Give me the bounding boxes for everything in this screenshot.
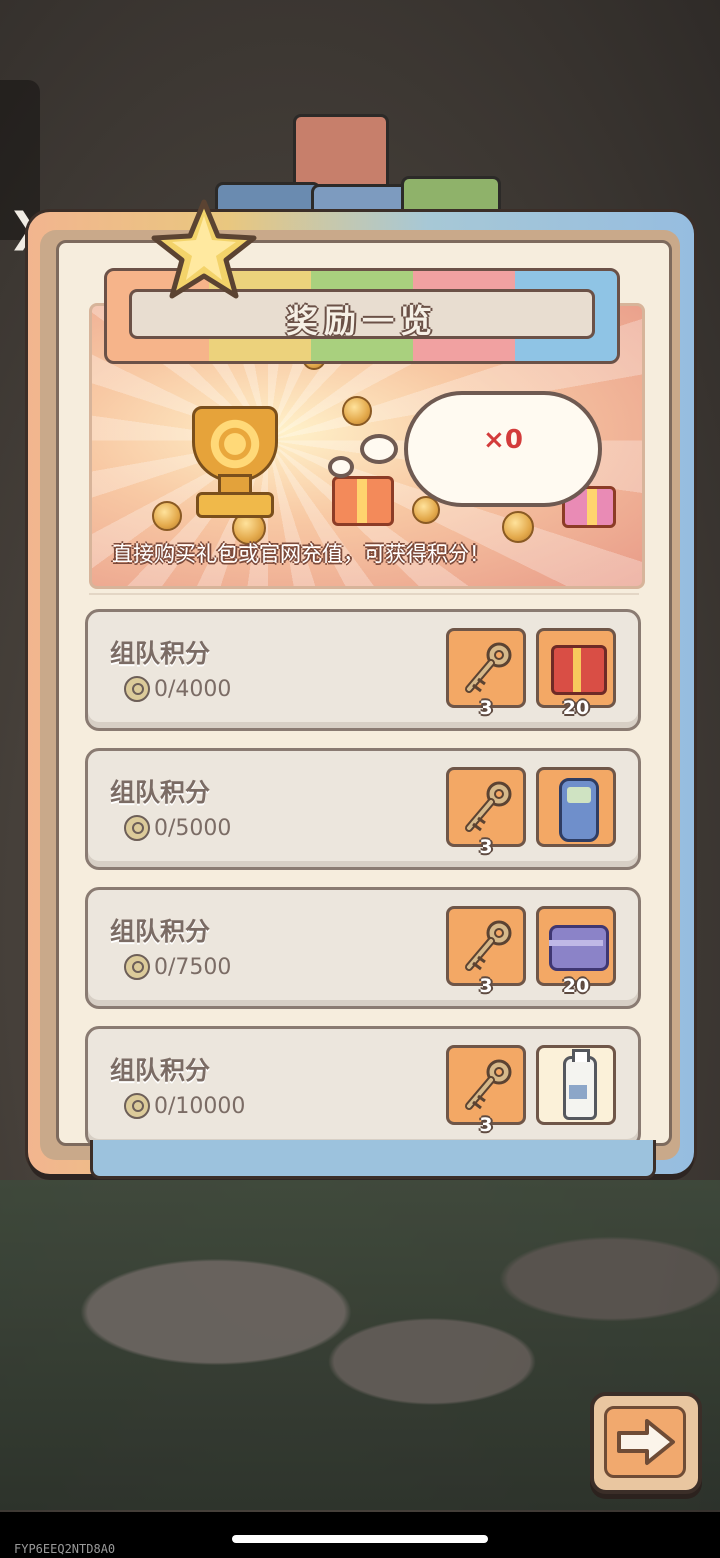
reward-tier-row: 组队积分 0/5000 3: [85, 748, 641, 870]
reward-slot-bottle[interactable]: [536, 1045, 616, 1125]
points-icon: [124, 676, 150, 702]
reward-tier-row: 组队积分 0/10000 3: [85, 1026, 641, 1143]
side-expand-tab[interactable]: ❯: [0, 80, 42, 248]
reward-slot-key[interactable]: 3: [446, 1045, 526, 1136]
star-icon: [151, 199, 257, 299]
next-button[interactable]: [590, 1392, 702, 1494]
home-indicator[interactable]: [232, 1535, 488, 1543]
reward-slot-key[interactable]: 3: [446, 767, 526, 858]
reward-slot-key[interactable]: 3: [446, 628, 526, 719]
rewards-popup: ×0 直接购买礼包或官网充值，可获得积分！ 奖励一览 组队积分 0/4000 3…: [56, 240, 672, 1146]
bubble-count: ×0: [483, 425, 523, 455]
tier-title: 组队积分: [110, 917, 211, 946]
points-icon: [124, 815, 150, 841]
phone-icon: [559, 778, 599, 842]
divider: [89, 593, 639, 595]
trophy-icon: [172, 406, 292, 518]
key-icon: [465, 781, 512, 832]
reward-tier-row: 组队积分 0/4000 3 20: [85, 609, 641, 731]
points-icon: [124, 954, 150, 980]
reward-count: 20: [562, 975, 590, 997]
key-icon: [465, 642, 512, 693]
key-icon: [465, 1059, 512, 1110]
tier-progress: 0/7500: [124, 954, 231, 980]
tier-progress-value: 0/10000: [154, 1093, 246, 1119]
tier-title: 组队积分: [110, 778, 211, 807]
reward-slot-phone[interactable]: [536, 767, 616, 847]
arrow-right-icon: [617, 1419, 675, 1465]
coin-icon: [342, 396, 372, 426]
thought-bubble: ×0: [404, 391, 602, 507]
gift-box-icon: [551, 645, 607, 695]
tier-progress-value: 0/5000: [154, 815, 232, 841]
tier-title: 组队积分: [110, 639, 211, 668]
reward-count: 3: [479, 975, 493, 997]
points-icon: [124, 1093, 150, 1119]
build-tag: FYP6EEQ2NTD8A0: [14, 1542, 116, 1556]
key-icon: [465, 920, 512, 971]
reward-count: 3: [479, 1114, 493, 1136]
gift-icon: [332, 476, 394, 526]
tier-title: 组队积分: [110, 1056, 211, 1085]
bottle-icon: [563, 1049, 597, 1120]
tier-progress-value: 0/7500: [154, 954, 232, 980]
tier-progress-value: 0/4000: [154, 676, 232, 702]
tier-progress: 0/5000: [124, 815, 231, 841]
banner-note: 直接购买礼包或官网充值，可获得积分！: [112, 542, 490, 566]
reward-tier-row: 组队积分 0/7500 3 20: [85, 887, 641, 1009]
reward-slot-chest[interactable]: 20: [536, 906, 616, 997]
reward-count: 3: [479, 836, 493, 858]
reward-count: 3: [479, 697, 493, 719]
reward-slot-gift[interactable]: 20: [536, 628, 616, 719]
popup-bottom-bar: [90, 1140, 656, 1179]
tier-progress: 0/4000: [124, 676, 231, 702]
tier-progress: 0/10000: [124, 1093, 245, 1119]
treasure-chest-icon: [549, 925, 609, 971]
reward-slot-key[interactable]: 3: [446, 906, 526, 997]
reward-count: 20: [562, 697, 590, 719]
